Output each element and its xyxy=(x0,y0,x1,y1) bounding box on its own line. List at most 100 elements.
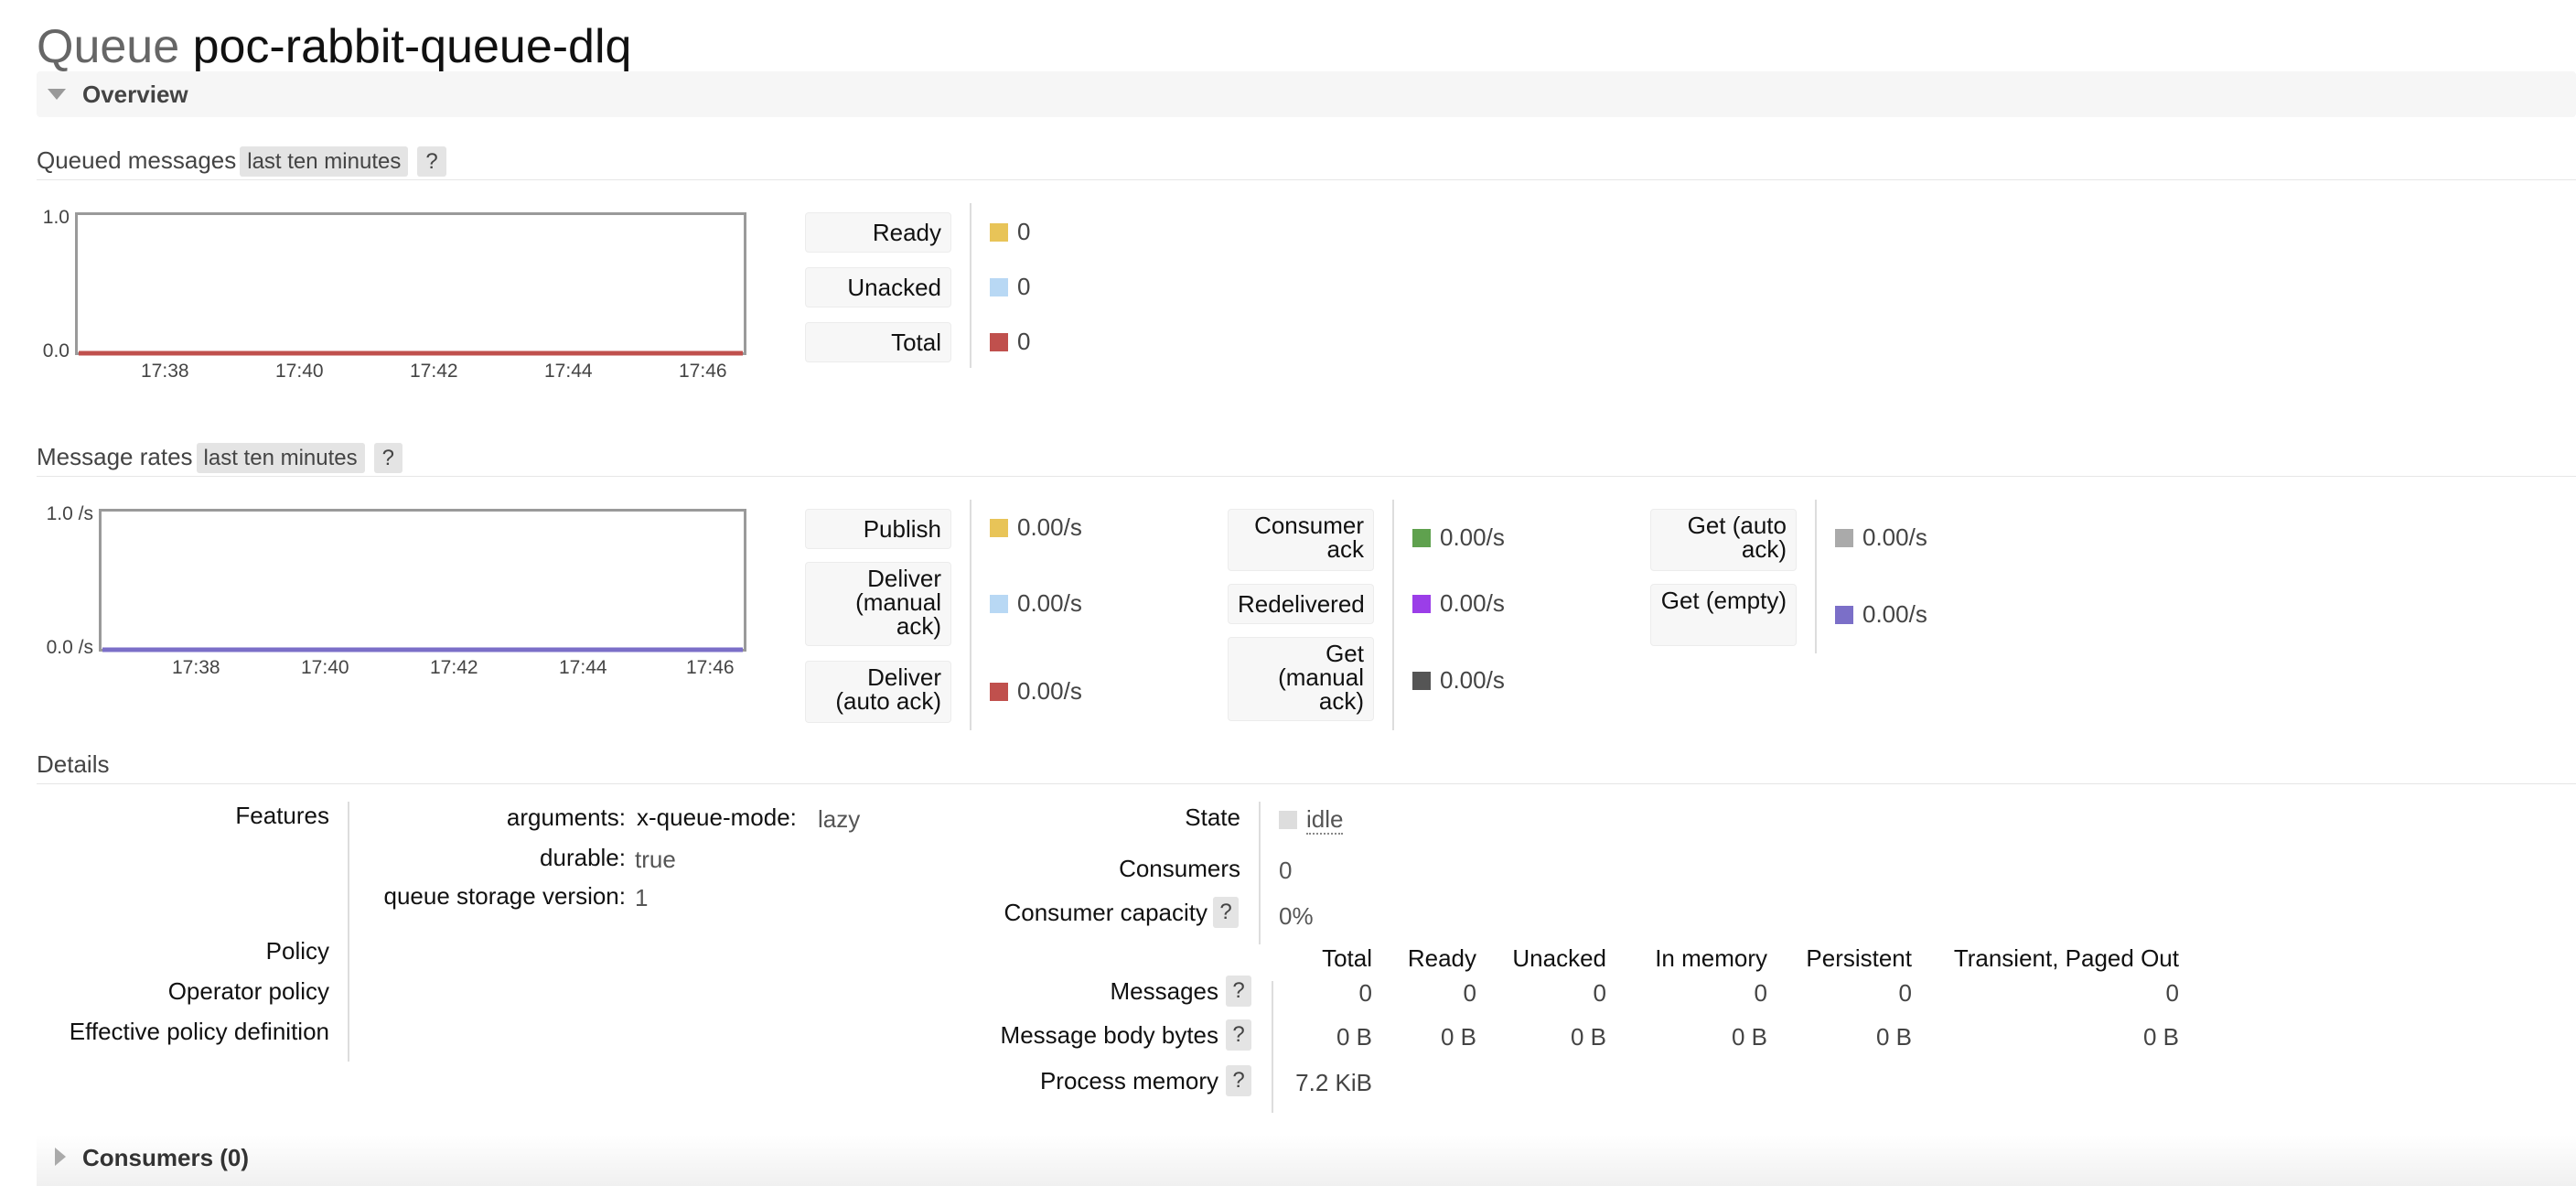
consumers-section-toggle[interactable]: Consumers (0) xyxy=(37,1135,2576,1186)
x-tick-label: 17:40 xyxy=(301,657,349,678)
overview-section-toggle[interactable]: Overview xyxy=(37,71,2576,117)
x-tick-label: 17:38 xyxy=(141,361,189,382)
legend-divider xyxy=(970,500,971,730)
divider xyxy=(37,783,2576,784)
legend-swatch-deliver-manual-ack xyxy=(990,595,1008,613)
queued-messages-chart xyxy=(75,212,746,356)
feature-value: 1 xyxy=(635,884,649,911)
feature-key: arguments: xyxy=(506,803,626,831)
state-indicator-icon xyxy=(1279,811,1297,829)
message-rates-header: Message rates last ten minutes? xyxy=(37,443,402,473)
legend-value-unacked: 0 xyxy=(1017,273,1031,300)
queue-name: poc-rabbit-queue-dlq xyxy=(192,20,632,73)
table-cell: 0 B xyxy=(1440,1023,1476,1051)
process-memory-row-label: Process memory xyxy=(1039,1067,1218,1094)
table-header: Ready xyxy=(1407,944,1476,972)
table-header: Total xyxy=(1322,944,1372,972)
queued-help-button[interactable]: ? xyxy=(417,146,446,177)
y-tick-label: 0.0 /s xyxy=(46,637,93,658)
legend-swatch-publish xyxy=(990,519,1008,537)
legend-value-redelivered: 0.00/s xyxy=(1440,589,1505,617)
legend-label-deliver-manual-ack: Deliver (manual ack) xyxy=(805,562,951,646)
legend-swatch-get-empty xyxy=(1835,606,1853,624)
table-header: Persistent xyxy=(1806,944,1912,972)
feature-subkey: x-queue-mode: xyxy=(637,803,797,831)
x-tick-label: 17:38 xyxy=(172,657,220,678)
x-tick-label: 17:44 xyxy=(559,657,607,678)
rates-help-button[interactable]: ? xyxy=(373,443,402,473)
triangle-right-icon xyxy=(55,1148,66,1166)
message-body-bytes-help-button[interactable]: ? xyxy=(1226,1019,1251,1051)
legend-value-consumer-ack: 0.00/s xyxy=(1440,523,1505,551)
overview-label: Overview xyxy=(82,81,188,108)
table-cell: 0 xyxy=(1463,979,1476,1007)
legend-swatch-deliver-auto-ack xyxy=(990,683,1008,701)
consumers-value: 0 xyxy=(1279,857,1293,884)
table-header: Unacked xyxy=(1512,944,1606,972)
features-label: Features xyxy=(235,802,329,829)
policy-label: Policy xyxy=(265,937,329,965)
message-body-bytes-row-label: Message body bytes xyxy=(1000,1021,1218,1049)
legend-label-unacked: Unacked xyxy=(805,267,951,307)
table-header: Transient, Paged Out xyxy=(1953,944,2179,972)
queued-messages-header: Queued messages last ten minutes? xyxy=(37,146,446,177)
legend-label-consumer-ack: Consumer ack xyxy=(1228,509,1374,571)
messages-help-button[interactable]: ? xyxy=(1226,976,1251,1007)
process-memory-help-button[interactable]: ? xyxy=(1226,1065,1251,1096)
legend-divider xyxy=(1815,500,1817,653)
table-cell: 7.2 KiB xyxy=(1295,1069,1372,1096)
feature-value: true xyxy=(635,846,676,873)
message-rates-chart xyxy=(99,509,746,652)
queued-messages-title: Queued messages xyxy=(37,146,237,174)
legend-swatch-get-manual-ack xyxy=(1412,672,1431,690)
table-divider xyxy=(1272,981,1273,1113)
consumer-capacity-label: Consumer capacity xyxy=(1004,899,1208,926)
legend-value-total: 0 xyxy=(1017,328,1031,355)
legend-label-ready: Ready xyxy=(805,212,951,253)
consumer-capacity-value: 0% xyxy=(1279,902,1314,930)
legend-divider xyxy=(1392,500,1394,730)
legend-value-get-manual-ack: 0.00/s xyxy=(1440,666,1505,694)
queued-range-selector[interactable]: last ten minutes xyxy=(240,146,409,177)
table-header: In memory xyxy=(1655,944,1767,972)
table-cell: 0 B xyxy=(1875,1023,1912,1051)
table-cell: 0 xyxy=(1358,979,1372,1007)
table-cell: 0 xyxy=(1898,979,1912,1007)
legend-swatch-redelivered xyxy=(1412,595,1431,613)
table-cell: 0 xyxy=(1593,979,1606,1007)
y-tick-label: 1.0 xyxy=(42,207,70,228)
triangle-down-icon xyxy=(48,89,66,100)
title-prefix: Queue xyxy=(37,20,180,73)
table-cell: 0 B xyxy=(1731,1023,1767,1051)
feature-value: lazy xyxy=(818,805,861,833)
legend-value-get-auto-ack: 0.00/s xyxy=(1862,523,1927,551)
legend-value-publish: 0.00/s xyxy=(1017,513,1082,541)
legend-label-get-empty: Get (empty) xyxy=(1650,584,1797,646)
rates-range-selector[interactable]: last ten minutes xyxy=(196,443,365,473)
legend-swatch-total xyxy=(990,333,1008,351)
table-cell: 0 xyxy=(1754,979,1767,1007)
legend-divider xyxy=(970,203,971,368)
table-cell: 0 xyxy=(2165,979,2179,1007)
legend-label-total: Total xyxy=(805,322,951,362)
table-cell: 0 B xyxy=(1336,1023,1372,1051)
legend-value-get-empty: 0.00/s xyxy=(1862,600,1927,628)
page-title: Queue poc-rabbit-queue-dlq xyxy=(37,16,631,77)
x-tick-label: 17:46 xyxy=(686,657,735,678)
x-tick-label: 17:44 xyxy=(544,361,593,382)
details-title: Details xyxy=(37,750,110,778)
messages-row-label: Messages xyxy=(1110,977,1219,1005)
legend-value-ready: 0 xyxy=(1017,218,1031,245)
plot-area xyxy=(99,509,746,652)
divider xyxy=(37,476,2576,477)
legend-swatch-consumer-ack xyxy=(1412,529,1431,547)
legend-label-get-manual-ack: Get (manual ack) xyxy=(1228,637,1374,721)
consumer-capacity-help-button[interactable]: ? xyxy=(1213,897,1239,928)
operator-policy-label: Operator policy xyxy=(167,977,329,1005)
legend-swatch-unacked xyxy=(990,278,1008,296)
plot-area xyxy=(75,212,746,355)
state-label: State xyxy=(1185,803,1240,831)
state-value[interactable]: idle xyxy=(1306,805,1344,835)
x-tick-label: 17:42 xyxy=(430,657,478,678)
y-tick-label: 0.0 xyxy=(42,340,70,361)
